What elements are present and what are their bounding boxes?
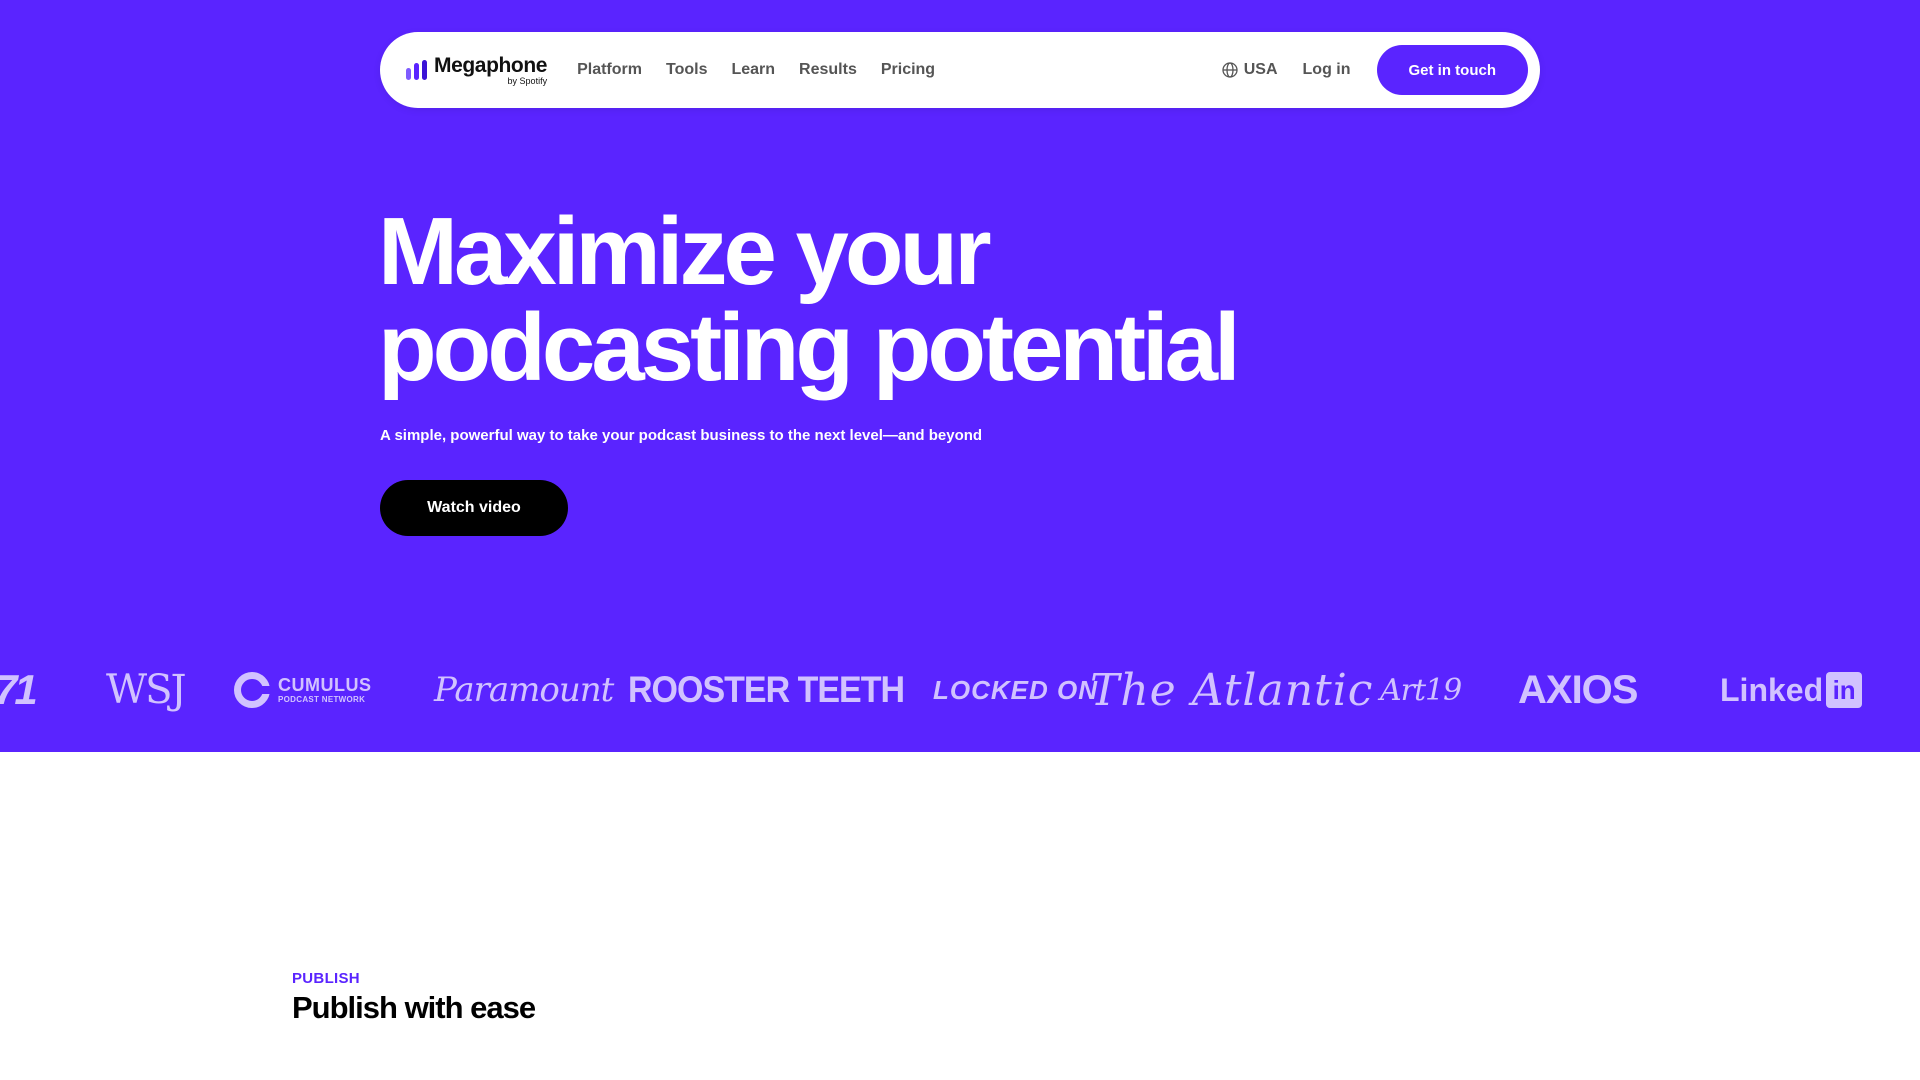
linkedin-in-icon: in	[1826, 672, 1863, 708]
nav-item-learn[interactable]: Learn	[731, 61, 775, 79]
region-selector[interactable]: USA	[1222, 61, 1278, 79]
cumulus-logo: CUMULUS PODCAST NETWORK	[234, 660, 372, 720]
partner-logos-strip: 71 WSJ CUMULUS PODCAST NETWORK Paramount…	[0, 660, 1920, 720]
get-in-touch-button[interactable]: Get in touch	[1376, 45, 1528, 95]
headline-line-1: Maximize your	[378, 198, 992, 305]
hero-section: Megaphone by Spotify Platform Tools Lear…	[0, 0, 1920, 752]
partial-partner-logo: 71	[0, 666, 38, 713]
linkedin-logo: Linked in	[1720, 660, 1863, 720]
cumulus-wordmark: CUMULUS PODCAST NETWORK	[278, 676, 372, 704]
brand-sub: by Spotify	[507, 75, 548, 86]
locked-on-logo: LOCKED ON	[933, 674, 1098, 705]
rooster-teeth-logo: ROOSTER TEETH	[628, 668, 905, 711]
logo-bar	[406, 68, 411, 80]
top-navbar: Megaphone by Spotify Platform Tools Lear…	[380, 32, 1540, 108]
headline-line-2: podcasting potential	[378, 294, 1241, 401]
art19-logo: Art19	[1380, 672, 1462, 708]
primary-nav: Platform Tools Learn Results Pricing	[577, 61, 935, 79]
cumulus-c-icon	[234, 672, 271, 708]
logo-bar	[422, 60, 427, 80]
wsj-logo: WSJ	[106, 667, 187, 713]
linkedin-wordmark: Linked	[1720, 671, 1824, 708]
section-title: Publish with ease	[292, 990, 536, 1025]
nav-item-tools[interactable]: Tools	[666, 61, 707, 79]
nav-item-pricing[interactable]: Pricing	[881, 61, 935, 79]
nav-item-platform[interactable]: Platform	[577, 61, 642, 79]
nav-actions: USA Log in Get in touch	[1222, 45, 1528, 95]
nav-item-results[interactable]: Results	[799, 61, 857, 79]
the-atlantic-logo: The Atlantic	[1090, 664, 1374, 716]
logo-bar	[414, 63, 419, 80]
axios-logo: AXIOS	[1518, 667, 1638, 712]
paramount-logo: Paramount	[434, 670, 614, 710]
megaphone-logo[interactable]: Megaphone by Spotify	[406, 50, 547, 90]
watch-video-button[interactable]: Watch video	[380, 480, 568, 536]
hero-subhead: A simple, powerful way to take your podc…	[380, 427, 983, 444]
megaphone-logo-icon	[406, 60, 427, 80]
login-link[interactable]: Log in	[1303, 61, 1351, 79]
region-label: USA	[1243, 61, 1278, 78]
hero-headline: Maximize your podcasting potential	[378, 204, 1378, 396]
cumulus-name: CUMULUS	[278, 675, 372, 695]
logo-wordmark: Megaphone by Spotify	[434, 55, 547, 86]
section-eyebrow: PUBLISH	[292, 970, 360, 987]
cumulus-sub: PODCAST NETWORK	[278, 695, 366, 704]
globe-icon	[1222, 62, 1238, 78]
brand-name: Megaphone	[434, 53, 548, 77]
